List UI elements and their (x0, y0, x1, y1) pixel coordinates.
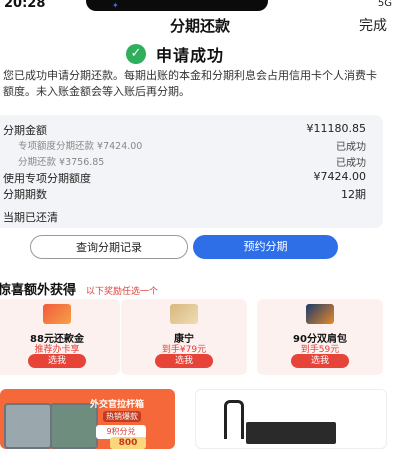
detail-value: 已成功 (336, 158, 366, 169)
signal-indicator: 5G (377, 0, 392, 9)
gift-card[interactable]: 康宁 到手¥79元 选我 (121, 299, 247, 375)
success-title: 申请成功 (156, 46, 225, 65)
detail-row: 分期期数 12期 (0, 186, 383, 202)
nav-bar: 分期还款 完成 (0, 12, 400, 38)
detail-label: 当期已还清 (3, 211, 58, 224)
reserve-installment-button[interactable]: 预约分期 (193, 235, 338, 259)
status-time: 20:28 (4, 0, 46, 11)
backpack-icon (306, 304, 334, 324)
detail-label: 分期期数 (3, 188, 47, 201)
gift-subtitle: 以下奖励任选一个 (86, 287, 159, 297)
detail-row: 分期金额 ¥11180.85 (0, 122, 383, 138)
hot-badge: 热销爆款 (103, 411, 141, 422)
cookware-icon (170, 304, 198, 324)
query-records-button[interactable]: 查询分期记录 (30, 235, 188, 259)
select-gift-button[interactable]: 选我 (155, 354, 213, 368)
location-icon: ✦ (112, 1, 119, 10)
detail-value: 已成功 (336, 142, 366, 153)
dynamic-island: ✦ (86, 0, 268, 11)
cart-image (246, 422, 336, 444)
promo-banner-cart[interactable] (195, 389, 387, 449)
installment-details: 分期金额 ¥11180.85 专项额度分期还款 ¥7424.00 已成功 分期还… (0, 115, 383, 228)
detail-row: 分期还款 ¥3756.85 已成功 (0, 154, 383, 170)
banner-title: 外交官拉杆箱 (90, 400, 145, 410)
luggage-image (4, 403, 52, 449)
gift-card[interactable]: 90分双肩包 到手59元 选我 (257, 299, 383, 375)
detail-label: 分期还款 ¥3756.85 (18, 157, 105, 168)
select-gift-button[interactable]: 选我 (291, 354, 349, 368)
detail-value: ¥7424.00 (313, 170, 367, 183)
detail-row: 使用专项分期额度 ¥7424.00 (0, 170, 383, 186)
detail-value: ¥11180.85 (306, 122, 367, 135)
cart-handle-image (224, 400, 244, 439)
page-title: 分期还款 (169, 17, 230, 35)
check-icon: ✓ (126, 44, 146, 64)
gift-title: 惊喜额外获得 (0, 283, 77, 298)
success-description: 您已成功申请分期还款。每期出账的本金和分期利息会占用信用卡个人消费卡额度。未入账… (3, 69, 377, 98)
points-value: 800 (110, 437, 146, 449)
detail-label: 分期金额 (3, 124, 47, 137)
gift-section-header: 惊喜额外获得 以下奖励任选一个 (0, 279, 159, 298)
select-gift-button[interactable]: 选我 (28, 354, 86, 368)
detail-row: 专项额度分期还款 ¥7424.00 已成功 (0, 138, 383, 154)
gift-box-icon (43, 304, 71, 324)
success-header: ✓ 申请成功 (126, 43, 224, 65)
promo-banner-luggage[interactable]: 外交官拉杆箱 热销爆款 9积分兑 800 (0, 389, 175, 449)
gift-card[interactable]: 88元还款金 推荐办卡享 选我 (0, 299, 120, 375)
detail-label: 专项额度分期还款 ¥7424.00 (18, 141, 143, 152)
done-button[interactable]: 完成 (359, 15, 387, 35)
detail-value: 12期 (341, 188, 366, 201)
detail-label: 使用专项分期额度 (3, 172, 91, 185)
detail-row: 当期已还清 (0, 209, 383, 225)
